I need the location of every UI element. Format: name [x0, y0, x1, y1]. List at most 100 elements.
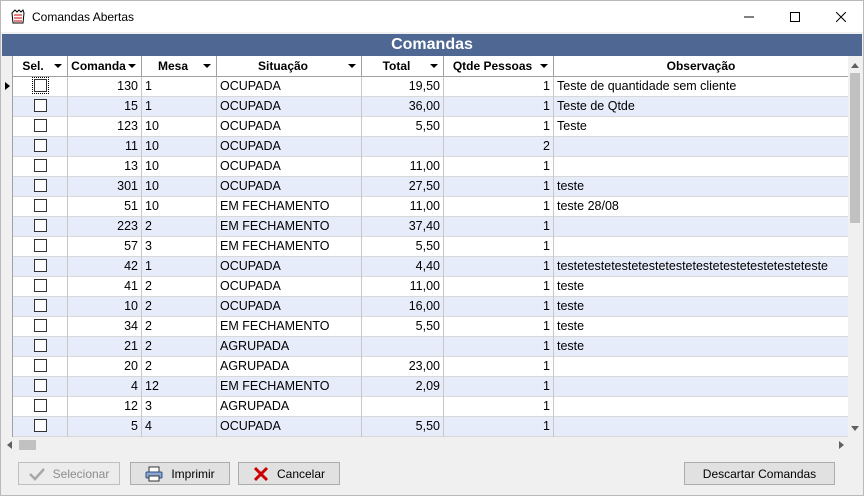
cell-situacao: EM FECHAMENTO [217, 377, 362, 397]
vertical-scrollbar[interactable] [848, 56, 862, 437]
sel-checkbox[interactable] [13, 197, 68, 217]
sel-checkbox[interactable] [13, 397, 68, 417]
cell-total: 27,50 [362, 177, 444, 197]
descartar-comandas-button[interactable]: Descartar Comandas [684, 462, 835, 485]
select-checkbox[interactable] [33, 259, 47, 273]
sel-checkbox[interactable] [13, 297, 68, 317]
column-header-situacao[interactable]: Situação [217, 56, 362, 77]
select-checkbox[interactable] [33, 359, 47, 373]
table-row[interactable]: 42 1 OCUPADA 4,40 1 testetestetestetesteteste… [13, 257, 848, 277]
title-bar[interactable]: Comandas Abertas [1, 1, 863, 32]
checkmark-icon [28, 467, 45, 481]
minimize-button[interactable] [726, 1, 772, 32]
table-row[interactable]: 20 2 AGRUPADA 23,00 1 [13, 357, 848, 377]
table-row[interactable]: 21 2 AGRUPADA 1 teste [13, 337, 848, 357]
vertical-scroll-thumb[interactable] [850, 73, 860, 223]
select-checkbox[interactable] [33, 219, 47, 233]
dropdown-arrow-icon[interactable] [54, 64, 62, 68]
imprimir-button[interactable]: Imprimir [130, 462, 230, 485]
sel-checkbox[interactable] [13, 97, 68, 117]
sel-checkbox[interactable] [13, 237, 68, 257]
close-button[interactable] [818, 1, 864, 32]
scroll-up-icon[interactable] [848, 58, 862, 72]
cell-situacao: OCUPADA [217, 257, 362, 277]
table-row[interactable]: 51 10 EM FECHAMENTO 11,00 1 teste 28/08 [13, 197, 848, 217]
table-row[interactable]: 123 10 OCUPADA 5,50 1 Teste [13, 117, 848, 137]
select-checkbox[interactable] [33, 319, 47, 333]
select-checkbox[interactable] [33, 159, 47, 173]
sel-checkbox[interactable] [13, 157, 68, 177]
sel-checkbox[interactable] [13, 117, 68, 137]
column-header-qtde-pessoas[interactable]: Qtde Pessoas [444, 56, 554, 77]
sel-checkbox[interactable] [13, 137, 68, 157]
select-checkbox[interactable] [33, 379, 47, 393]
dropdown-arrow-icon[interactable] [348, 64, 356, 68]
table-row[interactable]: 130 1 OCUPADA 19,50 1 Teste de quantidade sem… [13, 77, 848, 97]
select-checkbox[interactable] [33, 299, 47, 313]
sel-checkbox[interactable] [13, 337, 68, 357]
table-row[interactable]: 34 2 EM FECHAMENTO 5,50 1 teste [13, 317, 848, 337]
comandas-abertas-window: Comandas Abertas Comandas Sel. Comanda M… [0, 0, 864, 496]
cancelar-button[interactable]: Cancelar [238, 462, 340, 485]
table-row[interactable]: 41 2 OCUPADA 11,00 1 teste [13, 277, 848, 297]
sel-checkbox[interactable] [13, 77, 68, 97]
cell-qtde-pessoas: 1 [444, 317, 554, 337]
column-header-observacao[interactable]: Observação [554, 56, 848, 77]
select-checkbox[interactable] [33, 199, 47, 213]
scroll-left-icon[interactable] [2, 438, 16, 452]
select-checkbox[interactable] [33, 279, 47, 293]
cell-comanda: 301 [68, 177, 142, 197]
horizontal-scroll-thumb[interactable] [19, 440, 36, 450]
select-checkbox[interactable] [33, 339, 47, 353]
column-header-comanda[interactable]: Comanda [68, 56, 142, 77]
select-checkbox[interactable] [31, 77, 49, 95]
sel-checkbox[interactable] [13, 177, 68, 197]
table-row[interactable]: 11 10 OCUPADA 2 [13, 137, 848, 157]
sel-checkbox[interactable] [13, 417, 68, 437]
select-checkbox[interactable] [33, 139, 47, 153]
cell-situacao: OCUPADA [217, 97, 362, 117]
selecionar-button[interactable]: Selecionar [18, 462, 120, 485]
table-row[interactable]: 301 10 OCUPADA 27,50 1 teste [13, 177, 848, 197]
table-row[interactable]: 15 1 OCUPADA 36,00 1 Teste de Qtde [13, 97, 848, 117]
dropdown-arrow-icon[interactable] [430, 64, 438, 68]
cell-qtde-pessoas: 1 [444, 417, 554, 437]
cell-comanda: 10 [68, 297, 142, 317]
cell-comanda: 21 [68, 337, 142, 357]
sel-checkbox[interactable] [13, 317, 68, 337]
table-row[interactable]: 12 3 AGRUPADA 1 [13, 397, 848, 417]
column-header-total[interactable]: Total [362, 56, 444, 77]
select-checkbox[interactable] [33, 399, 47, 413]
scroll-right-icon[interactable] [834, 438, 848, 452]
dropdown-arrow-icon[interactable] [203, 64, 211, 68]
select-checkbox[interactable] [33, 99, 47, 113]
cell-total: 11,00 [362, 277, 444, 297]
table-row[interactable]: 13 10 OCUPADA 11,00 1 [13, 157, 848, 177]
sel-checkbox[interactable] [13, 257, 68, 277]
comandas-grid[interactable]: Sel. Comanda Mesa Situação Total Qtde Pe… [2, 56, 862, 437]
cell-observacao: teste 28/08 [557, 199, 619, 213]
dropdown-arrow-icon[interactable] [540, 64, 548, 68]
column-header-sel[interactable]: Sel. [13, 56, 68, 77]
cell-qtde-pessoas: 1 [444, 377, 554, 397]
sel-checkbox[interactable] [13, 217, 68, 237]
table-row[interactable]: 10 2 OCUPADA 16,00 1 teste [13, 297, 848, 317]
cell-comanda: 42 [68, 257, 142, 277]
table-row[interactable]: 4 12 EM FECHAMENTO 2,09 1 [13, 377, 848, 397]
column-header-mesa[interactable]: Mesa [142, 56, 217, 77]
select-checkbox[interactable] [33, 239, 47, 253]
table-row[interactable]: 57 3 EM FECHAMENTO 5,50 1 [13, 237, 848, 257]
maximize-button[interactable] [772, 1, 818, 32]
horizontal-scrollbar[interactable] [2, 437, 848, 453]
select-checkbox[interactable] [33, 419, 47, 433]
scroll-down-icon[interactable] [848, 421, 862, 435]
cell-qtde-pessoas: 1 [444, 177, 554, 197]
sel-checkbox[interactable] [13, 277, 68, 297]
table-row[interactable]: 5 4 OCUPADA 5,50 1 [13, 417, 848, 437]
select-checkbox[interactable] [33, 119, 47, 133]
select-checkbox[interactable] [33, 179, 47, 193]
dropdown-arrow-icon[interactable] [128, 64, 136, 68]
sel-checkbox[interactable] [13, 377, 68, 397]
table-row[interactable]: 223 2 EM FECHAMENTO 37,40 1 [13, 217, 848, 237]
sel-checkbox[interactable] [13, 357, 68, 377]
